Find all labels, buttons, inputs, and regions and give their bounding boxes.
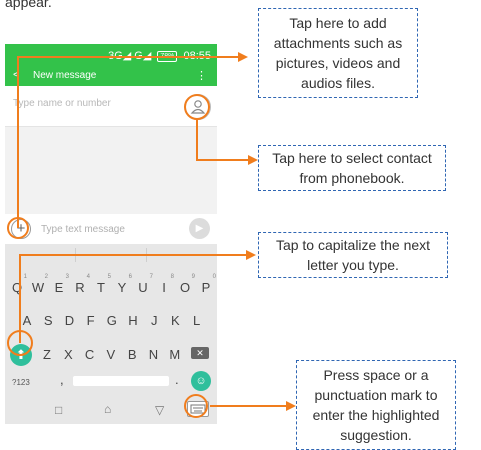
callout-capitalize: Tap to capitalize the next letter you ty… [258,232,448,278]
callout-attachments: Tap here to add attachments such as pict… [258,8,418,98]
callout-contact: Tap here to select contact from phoneboo… [258,145,446,191]
callout-space: Press space or a punctuation mark to ent… [296,360,456,450]
